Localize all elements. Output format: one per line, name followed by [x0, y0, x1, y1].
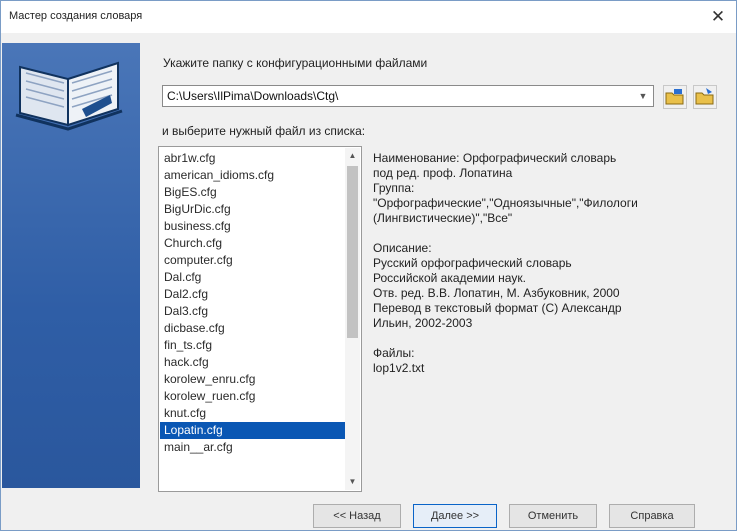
- chevron-down-icon[interactable]: ▼: [636, 88, 650, 104]
- list-item[interactable]: main__ar.cfg: [160, 439, 346, 456]
- list-item[interactable]: fin_ts.cfg: [160, 337, 346, 354]
- scroll-thumb[interactable]: [347, 166, 358, 338]
- list-item[interactable]: Dal3.cfg: [160, 303, 346, 320]
- folder-path-combobox[interactable]: C:\Users\IlPima\Downloads\Ctg\ ▼: [162, 85, 654, 107]
- scroll-down-icon[interactable]: ▼: [345, 474, 360, 490]
- dictionary-name-cont: под ред. проф. Лопатина: [373, 166, 513, 180]
- help-button[interactable]: Справка: [609, 504, 695, 528]
- wizard-content: Укажите папку с конфигурационными файлам…: [149, 33, 734, 503]
- list-item[interactable]: BigES.cfg: [160, 184, 346, 201]
- list-item[interactable]: hack.cfg: [160, 354, 346, 371]
- description-line: Отв. ред. В.В. Лопатин, М. Азбуковник, 2…: [373, 286, 620, 300]
- files-value: lop1v2.txt: [373, 361, 425, 375]
- wizard-sidebar: [2, 43, 140, 488]
- description-line: Ильин, 2002-2003: [373, 316, 473, 330]
- file-list-label: и выберите нужный файл из списка:: [162, 124, 366, 138]
- group-label: Группа:: [373, 181, 415, 195]
- list-item[interactable]: BigUrDic.cfg: [160, 201, 346, 218]
- list-item[interactable]: abr1w.cfg: [160, 150, 346, 167]
- description-line: Российской академии наук.: [373, 271, 526, 285]
- list-item[interactable]: computer.cfg: [160, 252, 346, 269]
- list-item[interactable]: american_idioms.cfg: [160, 167, 346, 184]
- window-title: Мастер создания словаря: [9, 10, 143, 22]
- list-item[interactable]: dicbase.cfg: [160, 320, 346, 337]
- open-folder-button[interactable]: [693, 85, 717, 109]
- list-item-selected[interactable]: Lopatin.cfg: [160, 422, 346, 439]
- folder-open-icon: [695, 88, 714, 105]
- browse-folder-button[interactable]: [663, 85, 687, 109]
- file-list-scrollbar[interactable]: ▲ ▼: [345, 148, 360, 490]
- wizard-button-bar: << Назад Далее >> Отменить Справка: [141, 501, 736, 530]
- title-bar: Мастер создания словаря ✕: [1, 1, 736, 33]
- scroll-up-icon[interactable]: ▲: [345, 148, 360, 164]
- dictionary-wizard-window: Мастер создания словаря ✕ Укажите папку …: [0, 0, 737, 531]
- group-value-cont: (Лингвистические)","Все": [373, 211, 513, 225]
- back-button[interactable]: << Назад: [313, 504, 401, 528]
- dictionary-details: Наименование: Орфографический словарь по…: [373, 151, 737, 376]
- description-label: Описание:: [373, 241, 432, 255]
- list-item[interactable]: Dal2.cfg: [160, 286, 346, 303]
- open-book-icon: [15, 61, 123, 131]
- folder-browse-icon: [665, 89, 684, 105]
- list-item[interactable]: Dal.cfg: [160, 269, 346, 286]
- next-button[interactable]: Далее >>: [413, 504, 497, 528]
- dictionary-name: Наименование: Орфографический словарь: [373, 151, 617, 165]
- folder-path-value: C:\Users\IlPima\Downloads\Ctg\: [167, 89, 339, 103]
- list-item[interactable]: knut.cfg: [160, 405, 346, 422]
- cancel-button[interactable]: Отменить: [509, 504, 597, 528]
- files-label: Файлы:: [373, 346, 415, 360]
- description-line: Перевод в текстовый формат (С) Александр: [373, 301, 622, 315]
- list-item[interactable]: business.cfg: [160, 218, 346, 235]
- description-line: Русский орфографический словарь: [373, 256, 572, 270]
- list-item[interactable]: korolew_ruen.cfg: [160, 388, 346, 405]
- group-value: "Орфографические","Одноязычные","Филолог…: [373, 196, 638, 210]
- folder-label: Укажите папку с конфигурационными файлам…: [163, 56, 428, 70]
- close-button[interactable]: ✕: [706, 5, 730, 29]
- list-item[interactable]: Church.cfg: [160, 235, 346, 252]
- list-item[interactable]: korolew_enru.cfg: [160, 371, 346, 388]
- config-file-list[interactable]: abr1w.cfg american_idioms.cfg BigES.cfg …: [158, 146, 362, 492]
